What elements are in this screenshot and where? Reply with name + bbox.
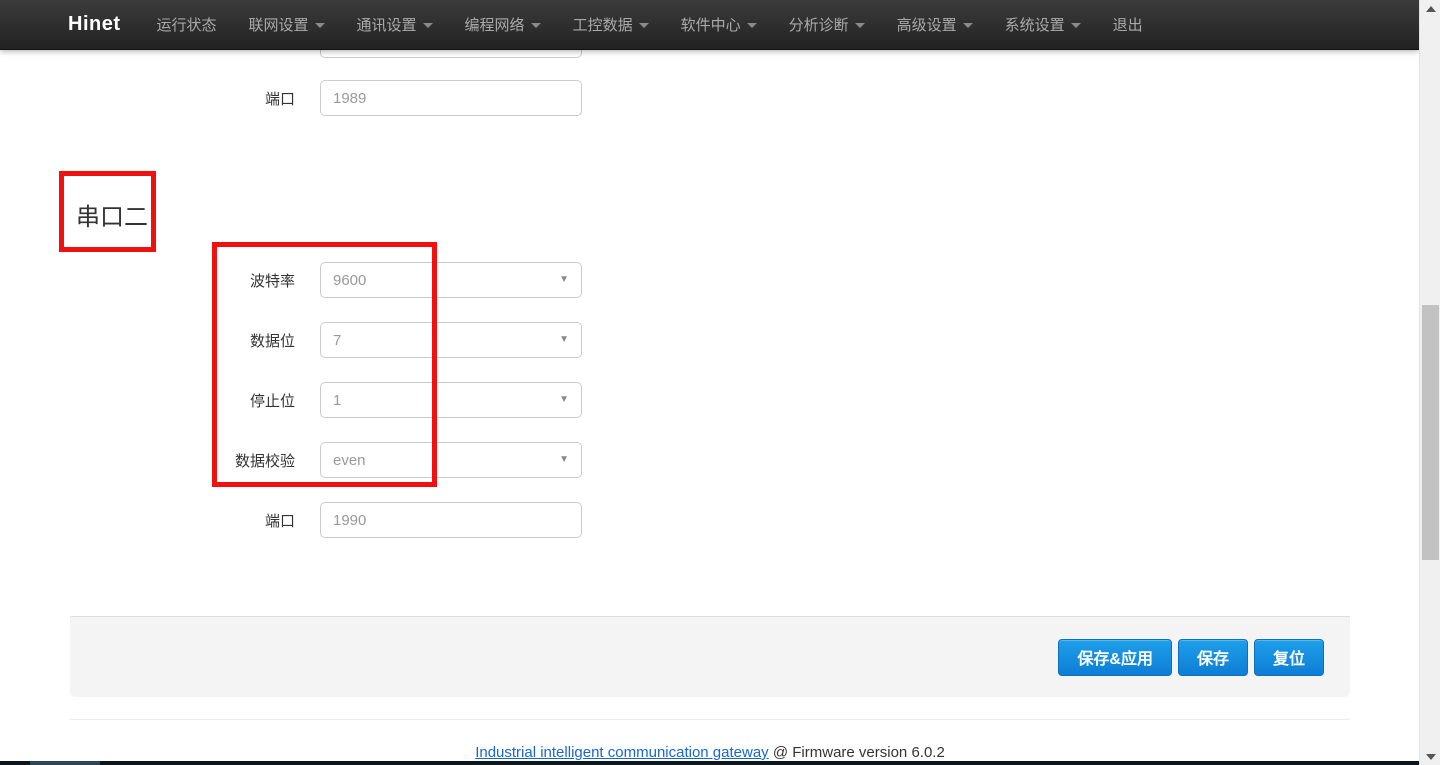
form-actions-bar: 保存&应用 保存 复位	[70, 616, 1350, 697]
caret-down-icon	[855, 23, 865, 28]
data-bits-label: 数据位	[70, 330, 320, 351]
firmware-version-text: @ Firmware version 6.0.2	[773, 744, 945, 761]
stop-bits-label: 停止位	[70, 390, 320, 411]
gateway-config-page: ▼ 端口 1989 串口二 波特率 9600 ▼ 数据位 7 ▼ 停止位 1 ▼…	[0, 0, 1440, 765]
caret-down-icon	[1071, 23, 1081, 28]
baud-rate-value: 9600	[333, 272, 366, 289]
brand-logo[interactable]: Hinet	[0, 13, 141, 36]
chevron-down-icon: ▼	[559, 455, 569, 465]
triangle-up-icon	[1426, 6, 1436, 12]
caret-down-icon	[963, 23, 973, 28]
gateway-link[interactable]: Industrial intelligent communication gat…	[475, 744, 769, 761]
serial1-port-label: 端口	[70, 88, 320, 109]
scrollbar-thumb[interactable]	[1422, 305, 1439, 560]
reset-button[interactable]: 复位	[1254, 639, 1324, 676]
triangle-down-icon	[1426, 754, 1436, 760]
baud-rate-label: 波特率	[70, 270, 320, 291]
nav-item-programming-network[interactable]: 编程网络	[449, 0, 557, 49]
nav-item-run-status[interactable]: 运行状态	[141, 0, 233, 49]
serial1-port-value: 1989	[333, 90, 366, 107]
parity-row: 数据校验 even ▼	[70, 442, 582, 478]
nav-item-industrial-data[interactable]: 工控数据	[557, 0, 665, 49]
chevron-down-icon: ▼	[559, 335, 569, 345]
serial2-port-value: 1990	[333, 512, 366, 529]
data-bits-value: 7	[333, 332, 341, 349]
baud-rate-row: 波特率 9600 ▼	[70, 262, 582, 298]
stop-bits-row: 停止位 1 ▼	[70, 382, 582, 418]
chevron-down-icon: ▼	[559, 275, 569, 285]
data-bits-select[interactable]: 7 ▼	[320, 322, 582, 358]
parity-select[interactable]: even ▼	[320, 442, 582, 478]
caret-down-icon	[639, 23, 649, 28]
serial2-port-input[interactable]: 1990	[320, 502, 582, 538]
data-bits-row: 数据位 7 ▼	[70, 322, 582, 358]
nav-item-software-center[interactable]: 软件中心	[665, 0, 773, 49]
section-title-serial2: 串口二	[76, 197, 148, 232]
footer-text: Industrial intelligent communication gat…	[70, 744, 1350, 761]
scrollbar-up-arrow[interactable]	[1420, 0, 1440, 17]
save-button[interactable]: 保存	[1178, 639, 1248, 676]
stop-bits-select[interactable]: 1 ▼	[320, 382, 582, 418]
baud-rate-select[interactable]: 9600 ▼	[320, 262, 582, 298]
serial1-port-input[interactable]: 1989	[320, 80, 582, 116]
parity-label: 数据校验	[70, 450, 320, 471]
serial2-port-label: 端口	[70, 510, 320, 531]
serial2-port-row: 端口 1990	[70, 502, 582, 538]
parity-value: even	[333, 452, 366, 469]
nav-item-system-settings[interactable]: 系统设置	[989, 0, 1097, 49]
window-bottom-edge	[0, 761, 1419, 765]
save-apply-button[interactable]: 保存&应用	[1058, 639, 1172, 676]
nav-item-analysis-diagnosis[interactable]: 分析诊断	[773, 0, 881, 49]
browser-scrollbar[interactable]	[1419, 0, 1440, 765]
stop-bits-value: 1	[333, 392, 341, 409]
chevron-down-icon: ▼	[559, 395, 569, 405]
nav-item-advanced-settings[interactable]: 高级设置	[881, 0, 989, 49]
caret-down-icon	[315, 23, 325, 28]
nav-item-comm-settings[interactable]: 通讯设置	[341, 0, 449, 49]
caret-down-icon	[531, 23, 541, 28]
caret-down-icon	[423, 23, 433, 28]
footer-divider	[70, 719, 1350, 720]
caret-down-icon	[747, 23, 757, 28]
nav-item-logout[interactable]: 退出	[1097, 0, 1159, 49]
nav-item-network-settings[interactable]: 联网设置	[233, 0, 341, 49]
scrollbar-down-arrow[interactable]	[1420, 748, 1440, 765]
serial1-port-row: 端口 1989	[70, 80, 582, 116]
nav-menu: 运行状态 联网设置 通讯设置 编程网络 工控数据 软件中心 分析诊断 高级设置 …	[141, 0, 1159, 49]
top-navbar: Hinet 运行状态 联网设置 通讯设置 编程网络 工控数据 软件中心 分析诊断…	[0, 0, 1419, 50]
